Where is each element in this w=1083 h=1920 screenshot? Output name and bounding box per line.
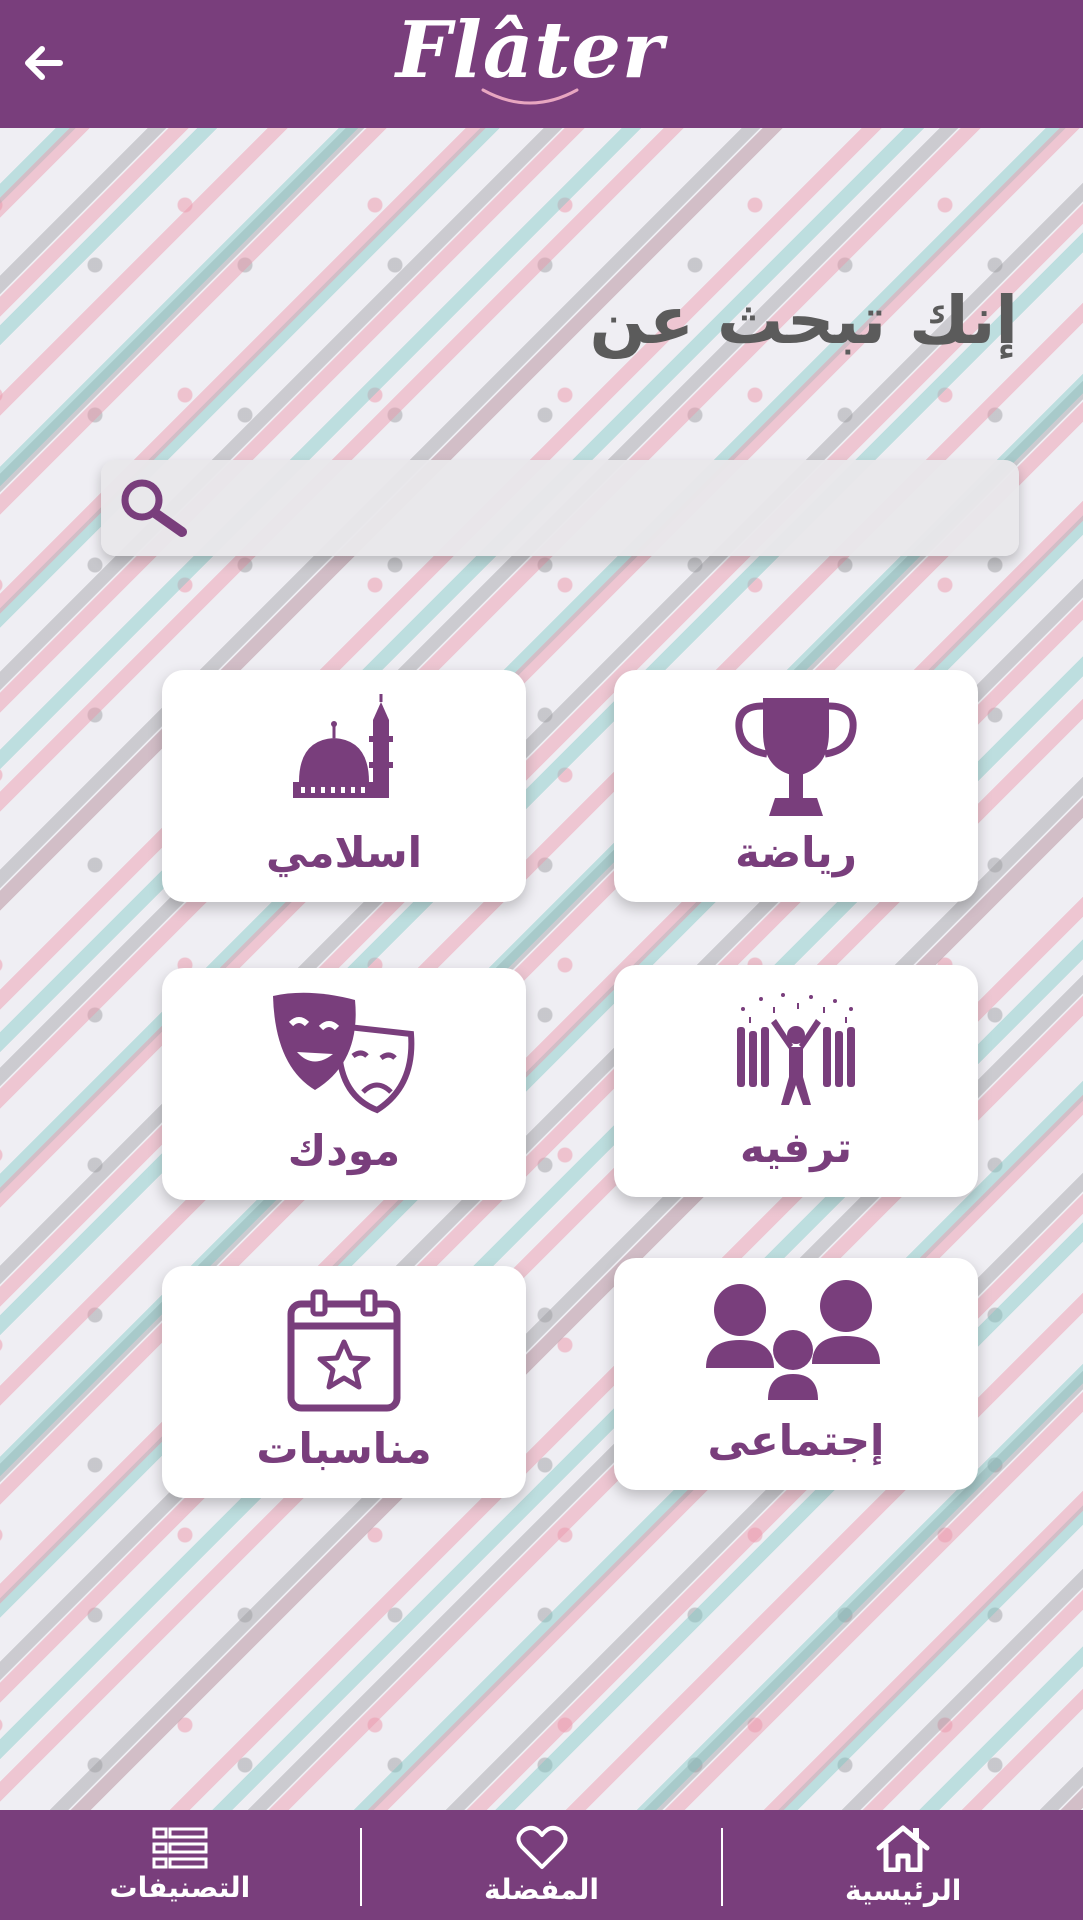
search-bar[interactable] (101, 460, 1019, 556)
logo-text: Flâter (395, 5, 665, 96)
arrow-left-icon (25, 46, 63, 80)
top-app-bar: Flâter (0, 0, 1083, 128)
category-label: مناسبات (256, 1424, 432, 1473)
nav-label: المفضلة (483, 1872, 600, 1906)
party-crowd-icon (731, 987, 861, 1117)
category-label: ترفيه (739, 1123, 852, 1172)
category-card-entertainment[interactable]: ترفيه (614, 965, 978, 1197)
people-group-icon (706, 1280, 886, 1410)
category-label: رياضة (735, 828, 857, 877)
nav-label: الرئيسية (844, 1873, 962, 1907)
theater-masks-icon (269, 990, 419, 1120)
nav-item-favorites[interactable]: المفضلة (362, 1810, 722, 1920)
home-icon (876, 1825, 930, 1872)
category-card-occasions[interactable]: مناسبات (162, 1266, 526, 1498)
category-card-islamic[interactable]: اسلامي (162, 670, 526, 902)
calendar-star-icon (279, 1288, 409, 1418)
trophy-icon (731, 692, 861, 822)
nav-label: التصنيفات (109, 1870, 251, 1904)
category-card-mood[interactable]: مودك (162, 968, 526, 1200)
heart-icon (516, 1825, 567, 1869)
nav-item-home[interactable]: الرئيسية (723, 1810, 1083, 1920)
category-label: مودك (287, 1126, 401, 1175)
category-label: إجتماعى (707, 1416, 885, 1465)
nav-item-categories[interactable]: التصنيفات (0, 1810, 360, 1920)
back-button[interactable] (18, 38, 68, 88)
mosque-icon (279, 692, 409, 822)
page-title: إنك تبحث عن (589, 282, 1018, 359)
list-icon (152, 1827, 208, 1868)
search-icon[interactable] (113, 460, 203, 556)
app-logo: Flâter (380, 6, 680, 122)
bottom-navigation: التصنيفات المفضلة الرئيسية (0, 1810, 1083, 1920)
category-card-sports[interactable]: رياضة (614, 670, 978, 902)
smile-icon (481, 88, 579, 105)
category-label: اسلامي (265, 828, 423, 877)
search-input[interactable] (203, 460, 1019, 556)
category-card-social[interactable]: إجتماعى (614, 1258, 978, 1490)
